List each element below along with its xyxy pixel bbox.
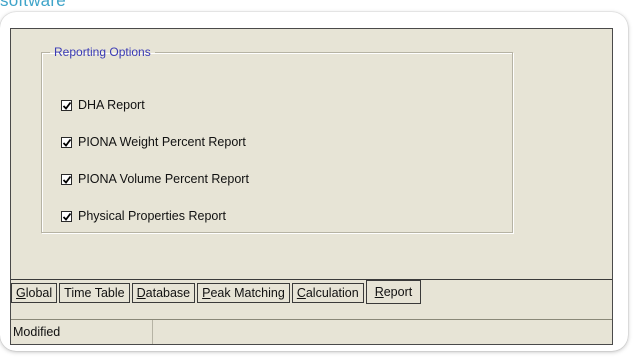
tab-mnemonic: P bbox=[202, 286, 211, 300]
tab-report[interactable]: Report bbox=[365, 280, 422, 304]
tab-label: lobal bbox=[25, 286, 53, 300]
tab-mnemonic: C bbox=[296, 286, 306, 300]
tab-peak-matching[interactable]: Peak Matching bbox=[197, 283, 290, 303]
checkbox-checked-icon bbox=[61, 136, 72, 148]
status-bar: Modified bbox=[11, 319, 612, 344]
checkbox-label: PIONA Volume Percent Report bbox=[78, 172, 249, 186]
tab-mnemonic: D bbox=[136, 286, 146, 300]
tab-mnemonic: R bbox=[374, 285, 384, 299]
tab-strip-divider bbox=[11, 279, 612, 280]
checkbox-label: Physical Properties Report bbox=[78, 209, 226, 223]
tab-bar: Global Time Table Database Peak Matching… bbox=[11, 280, 423, 305]
physical-properties-report-checkbox[interactable]: Physical Properties Report bbox=[61, 208, 226, 224]
tab-database[interactable]: Database bbox=[131, 283, 196, 303]
tab-mnemonic: G bbox=[16, 286, 26, 300]
group-title: Reporting Options bbox=[54, 45, 151, 59]
dialog-window: Reporting Options DHA Report PIONA Weigh… bbox=[10, 28, 613, 345]
tab-calculation[interactable]: Calculation bbox=[291, 283, 364, 303]
dha-report-checkbox[interactable]: DHA Report bbox=[61, 97, 145, 113]
page-caption: software bbox=[0, 0, 66, 10]
tab-label: eak Matching bbox=[210, 286, 285, 300]
checkbox-label: DHA Report bbox=[78, 98, 145, 112]
checkbox-checked-icon bbox=[61, 99, 72, 111]
checkbox-label: PIONA Weight Percent Report bbox=[78, 135, 246, 149]
status-text: Modified bbox=[11, 320, 153, 344]
tab-global[interactable]: Global bbox=[11, 283, 58, 303]
piona-weight-percent-report-checkbox[interactable]: PIONA Weight Percent Report bbox=[61, 134, 246, 150]
tab-label: atabase bbox=[145, 286, 191, 300]
tab-label: eport bbox=[383, 285, 413, 299]
reporting-options-group: Reporting Options DHA Report PIONA Weigh… bbox=[41, 45, 513, 233]
checkbox-checked-icon bbox=[61, 210, 72, 222]
tab-label: alculation bbox=[305, 286, 359, 300]
piona-volume-percent-report-checkbox[interactable]: PIONA Volume Percent Report bbox=[61, 171, 249, 187]
tab-time-table[interactable]: Time Table bbox=[59, 283, 130, 303]
checkbox-checked-icon bbox=[61, 173, 72, 185]
tab-label: Time Table bbox=[64, 286, 125, 300]
